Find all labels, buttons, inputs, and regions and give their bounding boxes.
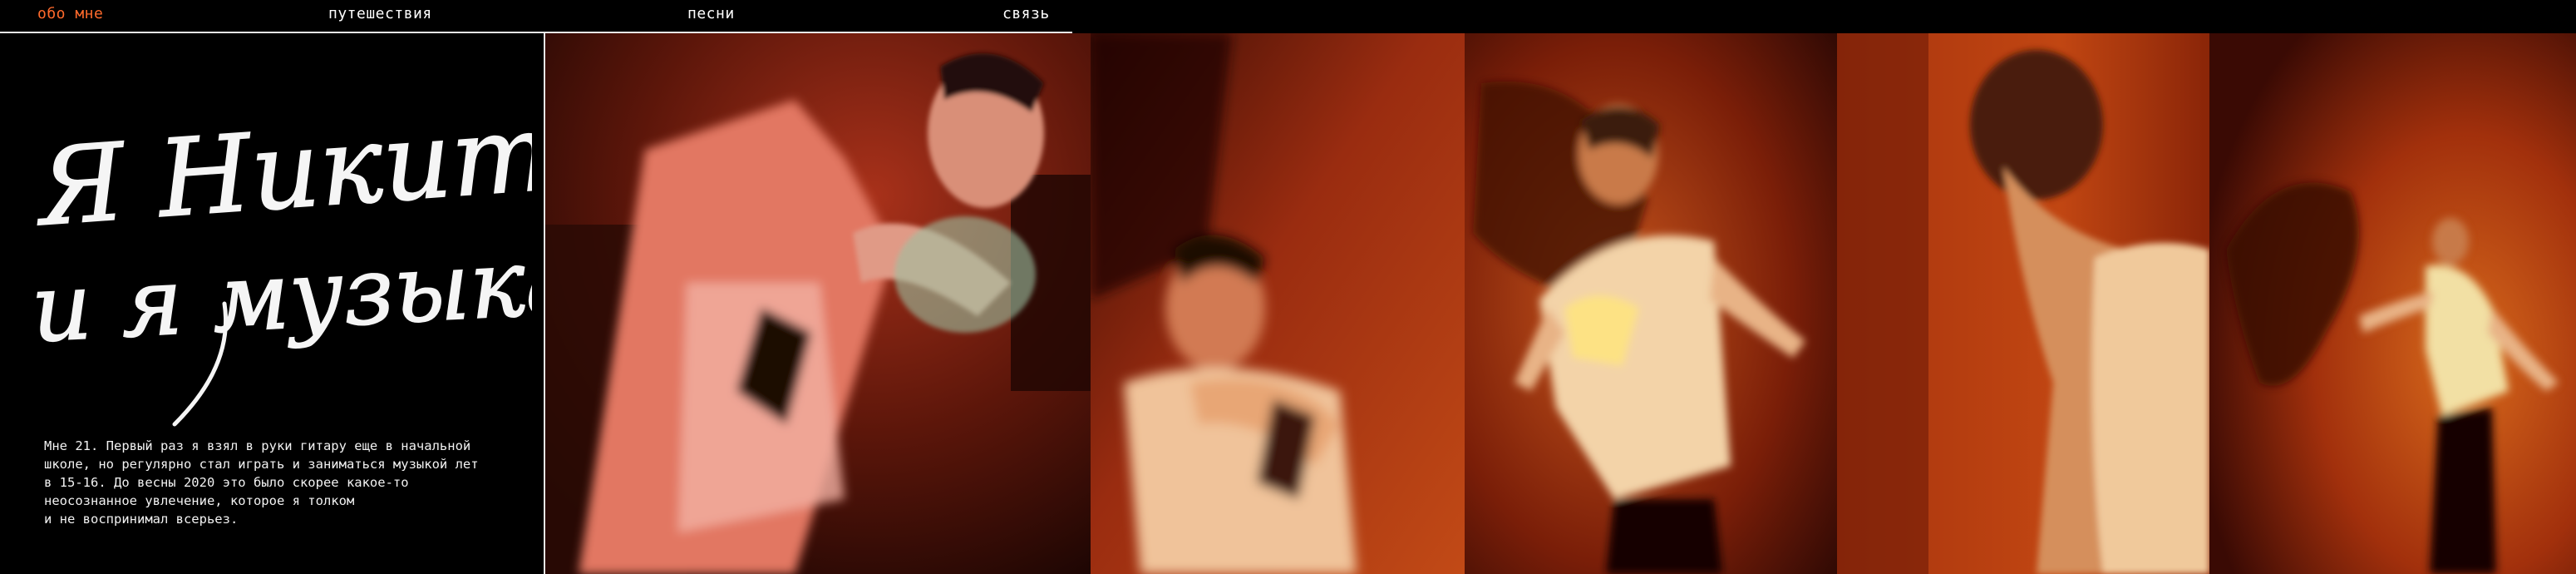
headline-line-1: Я Никита bbox=[33, 92, 532, 250]
top-band bbox=[1072, 0, 2576, 33]
panel-divider bbox=[544, 33, 545, 574]
intro-line-5: и не воспринимал всерьез. bbox=[44, 512, 239, 527]
top-navigation: обо мне путешествия песни связь bbox=[0, 0, 1072, 33]
nav-item-travel[interactable]: путешествия bbox=[328, 5, 432, 22]
photo-musician-dancing bbox=[1465, 33, 1837, 574]
photo-musician-reaching bbox=[545, 33, 1091, 574]
photo-musician-neck bbox=[1837, 33, 2209, 574]
intro-line-1: Мне 21. Первый раз я взял в руки гитару … bbox=[44, 438, 471, 453]
intro-line-4: неосознанное увлечение, которое я толком bbox=[44, 493, 355, 508]
page-headline: Я Никита и я музыкант bbox=[33, 92, 532, 441]
intro-paragraph: Мне 21. Первый раз я взял в руки гитару … bbox=[44, 437, 479, 528]
intro-line-3: в 15-16. До весны 2020 это было скорее к… bbox=[44, 475, 409, 490]
nav-item-about[interactable]: обо мне bbox=[37, 5, 103, 22]
nav-item-songs[interactable]: песни bbox=[687, 5, 735, 22]
photo-musician-crouching bbox=[1091, 33, 1465, 574]
intro-panel: Я Никита и я музыкант Мне 21. Первый раз… bbox=[0, 33, 544, 574]
intro-line-2: школе, но регулярно стал играть и занима… bbox=[44, 457, 479, 472]
nav-item-contact[interactable]: связь bbox=[1002, 5, 1050, 22]
photo-musician-shadow bbox=[2209, 33, 2576, 574]
